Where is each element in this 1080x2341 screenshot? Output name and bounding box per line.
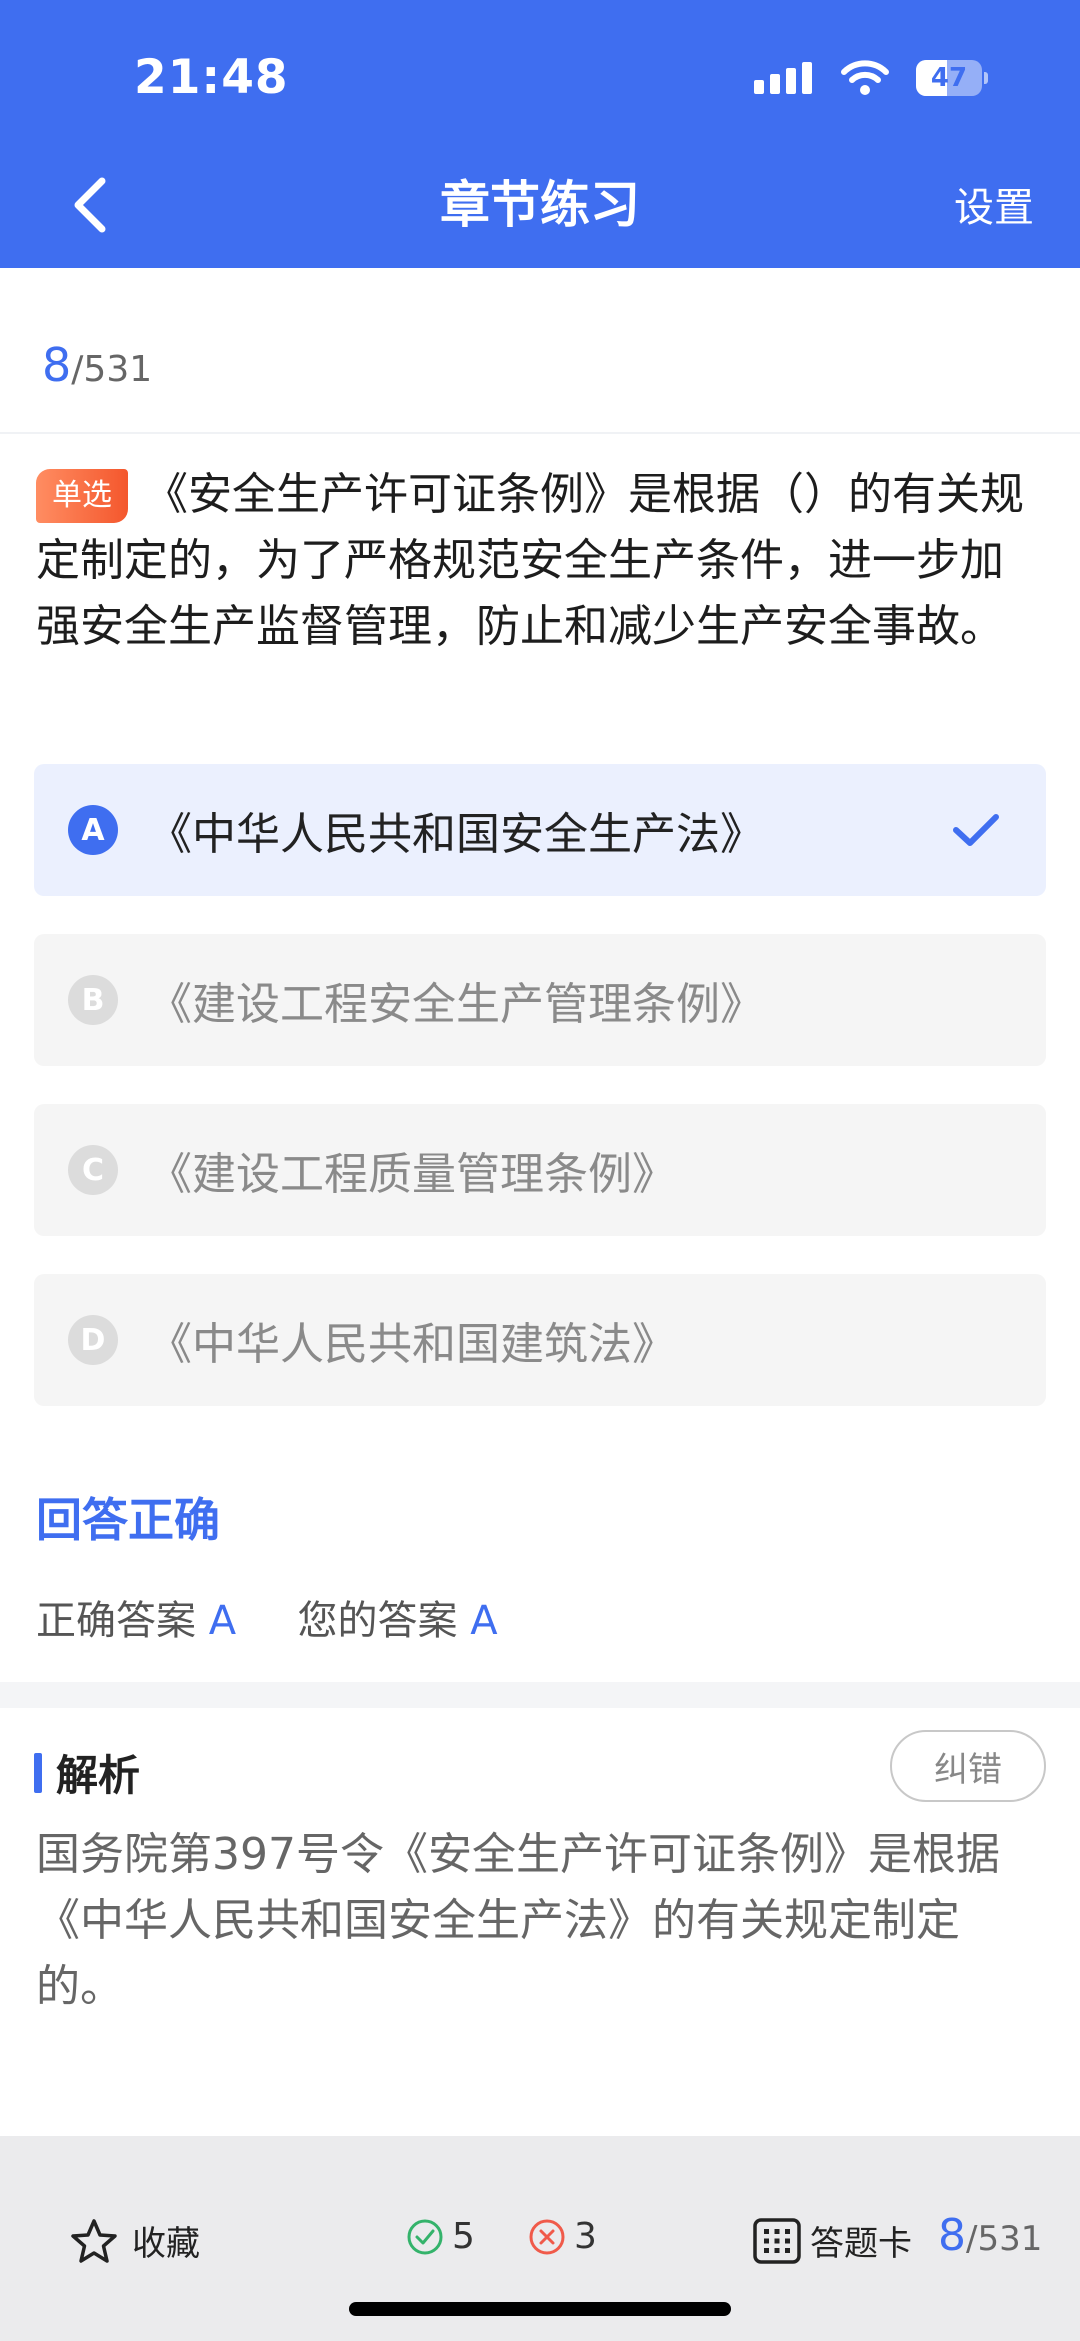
- wrong-count: 3: [528, 2216, 597, 2257]
- wrong-count-value: 3: [574, 2216, 597, 2257]
- page-title: 章节练习: [440, 176, 640, 234]
- x-circle-icon: [529, 2219, 565, 2254]
- current-question-number: 8: [42, 338, 72, 392]
- favorite-button[interactable]: 收藏: [70, 2216, 200, 2265]
- report-error-button[interactable]: 纠错: [890, 1730, 1046, 1802]
- your-answer-label: 您的答案: [297, 1598, 458, 1644]
- analysis-title: 解析: [56, 1751, 141, 1800]
- question-counter: 8/531: [42, 338, 152, 392]
- check-circle-icon: [407, 2219, 443, 2254]
- question-type-badge: 单选: [36, 469, 128, 523]
- grid-icon: [753, 2217, 801, 2264]
- app-header: 21:48 47 章节练习 设置: [0, 0, 1080, 268]
- option-text: 《中华人民共和国安全生产法》: [148, 809, 764, 860]
- accent-bar: [34, 1752, 42, 1793]
- back-chevron-icon: [74, 177, 106, 233]
- status-time: 21:48: [134, 50, 289, 105]
- back-button[interactable]: [60, 170, 120, 240]
- star-icon: [71, 2218, 117, 2263]
- option-letter: C: [68, 1145, 118, 1195]
- section-divider: [0, 1682, 1080, 1708]
- bottom-current-number: 8: [938, 2210, 966, 2261]
- divider: [0, 432, 1080, 434]
- settings-button[interactable]: 设置: [954, 180, 1034, 236]
- question-text: 《安全生产许可证条例》是根据（）的有关规定制定的，为了严格规范安全生产条件，进一…: [36, 469, 1024, 652]
- analysis-header: 解析: [34, 1742, 140, 1803]
- result-title: 回答正确: [36, 1493, 220, 1547]
- status-icons: 47: [754, 58, 988, 98]
- option-letter: B: [68, 975, 118, 1025]
- signal-icon: [754, 58, 814, 98]
- total-questions: /531: [71, 349, 153, 390]
- option-text: 《中华人民共和国建筑法》: [148, 1319, 676, 1370]
- answer-card-button[interactable]: 答题卡: [752, 2216, 912, 2265]
- answer-card-label: 答题卡: [810, 2224, 912, 2264]
- favorite-label: 收藏: [132, 2224, 200, 2264]
- home-indicator[interactable]: [349, 2302, 731, 2316]
- option-letter: A: [68, 805, 118, 855]
- battery-percent: 47: [930, 63, 968, 93]
- option-d[interactable]: D 《中华人民共和国建筑法》: [34, 1274, 1046, 1406]
- answer-summary: 正确答案 A 您的答案 A: [36, 1588, 498, 1646]
- option-c[interactable]: C 《建设工程质量管理条例》: [34, 1104, 1046, 1236]
- option-letter: D: [68, 1315, 118, 1365]
- correct-count-value: 5: [452, 2216, 475, 2257]
- bottom-total-number: /531: [966, 2219, 1043, 2259]
- correct-answer-value: A: [208, 1598, 237, 1644]
- correct-count: 5: [406, 2216, 475, 2257]
- correct-answer-label: 正确答案: [36, 1598, 196, 1644]
- option-text: 《建设工程安全生产管理条例》: [148, 979, 764, 1030]
- bottom-question-counter: 8/531: [938, 2210, 1042, 2261]
- question-stem: 单选 《安全生产许可证条例》是根据（）的有关规定制定的，为了严格规范安全生产条件，…: [36, 462, 1046, 660]
- analysis-text: 国务院第397号令《安全生产许可证条例》是根据《中华人民共和国安全生产法》的有关…: [36, 1829, 1000, 2012]
- wifi-icon: [841, 60, 889, 95]
- option-text: 《建设工程质量管理条例》: [148, 1149, 676, 1200]
- option-b[interactable]: B 《建设工程安全生产管理条例》: [34, 934, 1046, 1066]
- your-answer-value: A: [470, 1598, 498, 1644]
- checkmark-icon: [946, 805, 1006, 855]
- battery-icon: 47: [916, 60, 988, 96]
- option-a[interactable]: A 《中华人民共和国安全生产法》: [34, 764, 1046, 896]
